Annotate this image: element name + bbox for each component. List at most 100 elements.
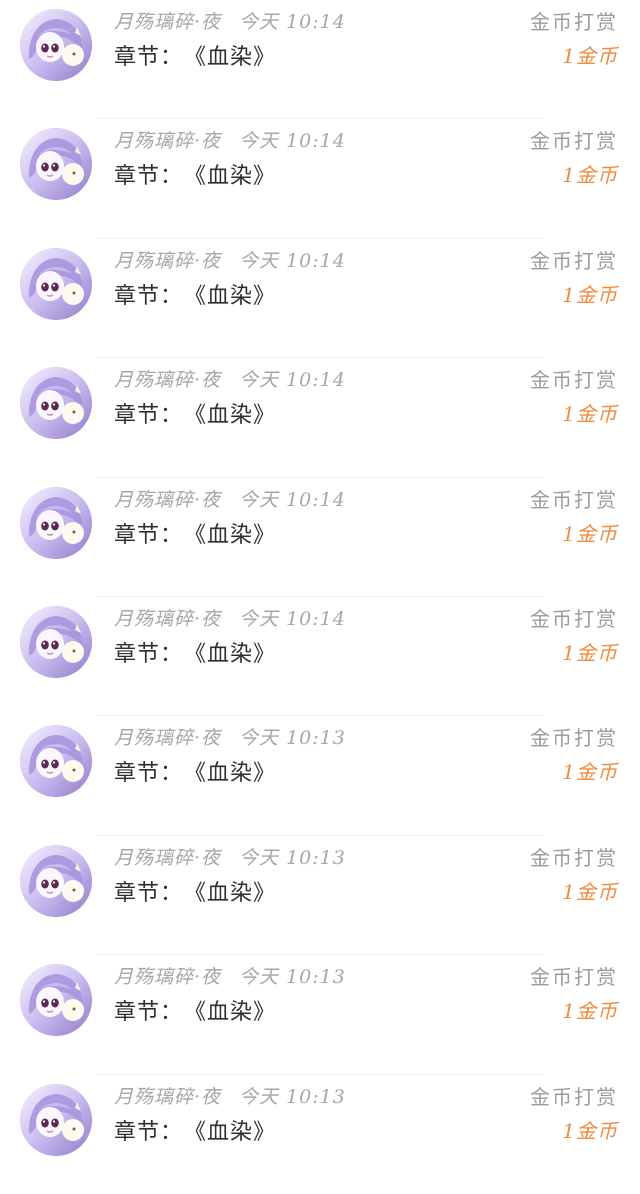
reward-amount: 1金币 [562, 521, 618, 546]
reward-amount: 1金币 [562, 879, 618, 904]
meta-line: 月殇璃碎·夜 今天 10:14 [114, 488, 346, 512]
chapter-line: 章节： 《血染》 [114, 283, 276, 311]
meta-line: 月殇璃碎·夜 今天 10:14 [114, 607, 346, 631]
timestamp: 今天 10:14 [239, 607, 346, 630]
chapter-label: 章节： [114, 403, 184, 429]
reward-info: 金币打赏 1金币 [530, 607, 618, 665]
avatar-icon[interactable] [20, 1083, 92, 1156]
list-item[interactable]: 月殇璃碎·夜 今天 10:14 章节： 《血染》 金币打赏 1金币 [0, 0, 640, 120]
avatar-icon[interactable] [20, 605, 92, 678]
reward-info: 金币打赏 1金币 [530, 846, 618, 904]
chapter-title[interactable]: 《血染》 [195, 284, 276, 309]
reward-info: 金币打赏 1金币 [530, 965, 618, 1023]
chapter-line: 章节： 《血染》 [114, 641, 276, 669]
chapter-line: 章节： 《血染》 [114, 402, 276, 430]
user-name[interactable]: 月殇璃碎·夜 [114, 249, 221, 273]
timestamp: 今天 10:14 [239, 369, 346, 392]
chapter-label: 章节： [114, 761, 184, 787]
avatar-icon[interactable] [20, 367, 92, 440]
chapter-line: 章节： 《血染》 [114, 999, 276, 1027]
user-name[interactable]: 月殇璃碎·夜 [114, 10, 221, 34]
chapter-label: 章节： [114, 522, 184, 548]
reward-label: 金币打赏 [530, 1084, 618, 1109]
reward-label: 金币打赏 [530, 10, 618, 34]
avatar-icon[interactable] [20, 247, 92, 320]
chapter-title[interactable]: 《血染》 [195, 403, 276, 428]
reward-amount: 1金币 [562, 282, 618, 307]
reward-amount: 1金币 [562, 44, 618, 68]
list-item[interactable]: 月殇璃碎·夜 今天 10:14 章节： 《血染》 金币打赏 1金币 [0, 239, 640, 359]
reward-info: 金币打赏 1金币 [530, 1085, 618, 1143]
reward-info: 金币打赏 1金币 [530, 129, 618, 187]
list-item[interactable]: 月殇璃碎·夜 今天 10:14 章节： 《血染》 金币打赏 1金币 [0, 597, 640, 717]
reward-amount: 1金币 [562, 999, 618, 1024]
list-item[interactable]: 月殇璃碎·夜 今天 10:14 章节： 《血染》 金币打赏 1金币 [0, 358, 640, 478]
reward-label: 金币打赏 [530, 606, 618, 631]
chapter-label: 章节： [114, 1000, 184, 1026]
timestamp: 今天 10:14 [239, 11, 346, 33]
user-name[interactable]: 月殇璃碎·夜 [114, 1085, 221, 1109]
user-name[interactable]: 月殇璃碎·夜 [114, 965, 221, 989]
chapter-title[interactable]: 《血染》 [195, 881, 276, 906]
timestamp: 今天 10:13 [239, 1085, 346, 1108]
reward-label: 金币打赏 [530, 726, 618, 751]
chapter-label: 章节： [114, 283, 184, 309]
reward-label: 金币打赏 [530, 845, 618, 870]
reward-amount: 1金币 [562, 1118, 618, 1143]
list-item[interactable]: 月殇璃碎·夜 今天 10:13 章节： 《血染》 金币打赏 1金币 [0, 1075, 640, 1194]
avatar-icon[interactable] [20, 844, 92, 917]
user-name[interactable]: 月殇璃碎·夜 [114, 607, 221, 631]
chapter-title[interactable]: 《血染》 [195, 1000, 276, 1025]
avatar-icon[interactable] [20, 486, 92, 559]
chapter-line: 章节： 《血染》 [114, 44, 276, 72]
reward-amount: 1金币 [562, 402, 618, 427]
chapter-title[interactable]: 《血染》 [195, 761, 276, 786]
user-name[interactable]: 月殇璃碎·夜 [114, 488, 221, 512]
chapter-line: 章节： 《血染》 [114, 760, 276, 788]
meta-line: 月殇璃碎·夜 今天 10:14 [114, 129, 346, 153]
meta-line: 月殇璃碎·夜 今天 10:14 [114, 368, 346, 392]
user-name[interactable]: 月殇璃碎·夜 [114, 846, 221, 870]
chapter-title[interactable]: 《血染》 [195, 45, 276, 70]
chapter-line: 章节： 《血染》 [114, 1119, 276, 1147]
reward-label: 金币打赏 [530, 248, 618, 273]
chapter-label: 章节： [114, 1119, 184, 1145]
timestamp: 今天 10:14 [239, 488, 346, 511]
timestamp: 今天 10:14 [239, 249, 346, 272]
chapter-line: 章节： 《血染》 [114, 880, 276, 908]
chapter-title[interactable]: 《血染》 [195, 642, 276, 667]
avatar-icon[interactable] [20, 128, 92, 201]
timestamp: 今天 10:13 [239, 727, 346, 750]
chapter-title[interactable]: 《血染》 [195, 164, 276, 189]
reward-amount: 1金币 [562, 163, 618, 188]
user-name[interactable]: 月殇璃碎·夜 [114, 726, 221, 750]
meta-line: 月殇璃碎·夜 今天 10:13 [114, 846, 346, 870]
meta-line: 月殇璃碎·夜 今天 10:14 [114, 10, 346, 34]
list-item[interactable]: 月殇璃碎·夜 今天 10:14 章节： 《血染》 金币打赏 1金币 [0, 119, 640, 239]
user-name[interactable]: 月殇璃碎·夜 [114, 129, 221, 153]
avatar-icon[interactable] [20, 964, 92, 1037]
user-name[interactable]: 月殇璃碎·夜 [114, 368, 221, 392]
list-item[interactable]: 月殇璃碎·夜 今天 10:13 章节： 《血染》 金币打赏 1金币 [0, 836, 640, 956]
chapter-title[interactable]: 《血染》 [195, 1120, 276, 1145]
chapter-title[interactable]: 《血染》 [195, 523, 276, 548]
list-item[interactable]: 月殇璃碎·夜 今天 10:13 章节： 《血染》 金币打赏 1金币 [0, 716, 640, 836]
meta-line: 月殇璃碎·夜 今天 10:14 [114, 249, 346, 273]
timestamp: 今天 10:13 [239, 846, 346, 869]
reward-info: 金币打赏 1金币 [530, 249, 618, 307]
timestamp: 今天 10:14 [239, 130, 346, 153]
reward-label: 金币打赏 [530, 368, 618, 393]
timestamp: 今天 10:13 [239, 966, 346, 989]
chapter-line: 章节： 《血染》 [114, 522, 276, 550]
avatar-icon[interactable] [20, 9, 92, 81]
list-item[interactable]: 月殇璃碎·夜 今天 10:13 章节： 《血染》 金币打赏 1金币 [0, 955, 640, 1075]
meta-line: 月殇璃碎·夜 今天 10:13 [114, 1085, 346, 1109]
reward-info: 金币打赏 1金币 [530, 726, 618, 784]
avatar-icon[interactable] [20, 725, 92, 798]
reward-amount: 1金币 [562, 640, 618, 665]
chapter-line: 章节： 《血染》 [114, 163, 276, 191]
reward-info: 金币打赏 1金币 [530, 488, 618, 546]
reward-amount: 1金币 [562, 760, 618, 785]
chapter-label: 章节： [114, 641, 184, 667]
list-item[interactable]: 月殇璃碎·夜 今天 10:14 章节： 《血染》 金币打赏 1金币 [0, 478, 640, 597]
